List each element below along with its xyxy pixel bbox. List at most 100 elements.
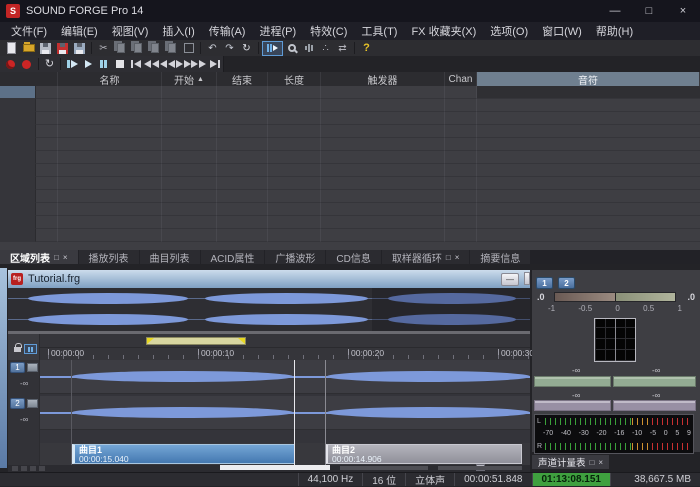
pan-fader-left[interactable] (534, 400, 611, 411)
menu-fx-favorites[interactable]: FX 收藏夹(X) (404, 22, 483, 40)
table-cell[interactable] (58, 125, 162, 138)
play-all-button[interactable] (64, 58, 80, 70)
open-button[interactable] (20, 41, 37, 55)
status-position[interactable]: 00:00:51.848 (454, 473, 531, 486)
save-button[interactable] (37, 41, 54, 55)
menu-tools[interactable]: 工具(T) (354, 22, 404, 40)
table-cell[interactable] (58, 138, 162, 151)
table-cell[interactable] (162, 138, 217, 151)
column-note[interactable]: 音符 (477, 72, 700, 87)
menu-options[interactable]: 选项(O) (483, 22, 535, 40)
document-minimize-button[interactable]: — (501, 273, 519, 286)
table-row[interactable] (0, 112, 700, 125)
table-cell[interactable] (217, 203, 268, 216)
table-cell[interactable] (445, 216, 477, 229)
table-cell[interactable] (268, 99, 321, 112)
scrollbar-segment[interactable] (340, 466, 428, 470)
track-2-waveform-lane[interactable] (40, 396, 530, 430)
table-cell[interactable] (477, 112, 700, 125)
table-cell[interactable] (477, 190, 700, 203)
whats-this-help-button[interactable]: ? (358, 41, 375, 55)
track-2-number-button[interactable]: 2 (10, 398, 25, 409)
table-cell[interactable] (36, 125, 58, 138)
table-cell[interactable] (321, 216, 445, 229)
tab-summary-info[interactable]: 摘要信息 (470, 250, 530, 264)
table-cell[interactable] (0, 216, 36, 229)
dock-close-icon[interactable]: × (598, 458, 603, 467)
table-cell[interactable] (162, 151, 217, 164)
dock-restore-icon[interactable]: □ (54, 253, 59, 262)
table-row[interactable] (0, 216, 700, 229)
table-row[interactable] (0, 229, 700, 242)
table-cell[interactable] (58, 229, 162, 242)
table-cell[interactable] (268, 86, 321, 99)
volume-fader-right[interactable] (613, 376, 696, 387)
table-cell[interactable] (36, 86, 58, 99)
table-cell[interactable] (217, 164, 268, 177)
menu-window[interactable]: 窗口(W) (535, 22, 589, 40)
dock-close-icon[interactable]: × (455, 253, 460, 262)
table-cell[interactable] (445, 229, 477, 242)
table-cell[interactable] (0, 112, 36, 125)
snap-tool-button[interactable]: ∴ (317, 41, 334, 55)
table-cell[interactable] (162, 203, 217, 216)
table-cell[interactable] (58, 164, 162, 177)
table-cell[interactable] (217, 177, 268, 190)
table-cell[interactable] (268, 190, 321, 203)
table-cell[interactable] (445, 86, 477, 99)
table-cell[interactable] (36, 203, 58, 216)
tab-playlist[interactable]: 播放列表 (79, 250, 139, 264)
table-cell[interactable] (477, 177, 700, 190)
dock-restore-icon[interactable]: □ (446, 253, 451, 262)
table-cell[interactable] (477, 229, 700, 242)
table-cell[interactable] (162, 112, 217, 125)
region-track2-bar[interactable]: 曲目2 00:00:14.906 (325, 444, 522, 464)
menu-view[interactable]: 视图(V) (105, 22, 156, 40)
paste-to-new-button[interactable] (163, 41, 180, 55)
pause-button[interactable] (96, 58, 112, 70)
table-cell[interactable] (58, 151, 162, 164)
table-cell[interactable] (268, 177, 321, 190)
table-cell[interactable] (445, 190, 477, 203)
table-cell[interactable] (0, 138, 36, 151)
tab-region-list[interactable]: 区域列表 □ × (0, 250, 78, 264)
table-cell[interactable] (58, 216, 162, 229)
table-cell[interactable] (445, 203, 477, 216)
table-cell[interactable] (58, 112, 162, 125)
table-cell[interactable] (0, 177, 36, 190)
column-start[interactable]: 开始▲ (162, 72, 217, 87)
copy-button[interactable] (112, 41, 129, 55)
table-cell[interactable] (321, 138, 445, 151)
table-row[interactable] (0, 151, 700, 164)
table-cell[interactable] (477, 138, 700, 151)
table-cell[interactable] (477, 125, 700, 138)
table-row[interactable] (0, 138, 700, 151)
table-cell[interactable] (321, 125, 445, 138)
maximize-button[interactable]: □ (632, 0, 666, 22)
table-cell[interactable] (0, 190, 36, 203)
tab-track-list[interactable]: 曲目列表 (140, 250, 200, 264)
zoom-control-button[interactable] (30, 466, 36, 471)
table-cell[interactable] (445, 99, 477, 112)
dock-edge-handle[interactable] (0, 268, 7, 468)
redo-button[interactable]: ↷ (221, 41, 238, 55)
zoom-control-button[interactable] (12, 466, 18, 471)
rewind-fast-button[interactable] (143, 58, 159, 70)
table-cell[interactable] (445, 112, 477, 125)
table-cell[interactable] (268, 216, 321, 229)
table-cell[interactable] (217, 229, 268, 242)
status-channel-mode[interactable]: 立体声 (405, 473, 454, 486)
overview-waveform[interactable] (8, 288, 530, 331)
table-cell[interactable] (321, 99, 445, 112)
magnify-tool-button[interactable] (283, 41, 300, 55)
table-cell[interactable] (217, 151, 268, 164)
table-cell[interactable] (321, 177, 445, 190)
go-to-end-button[interactable] (207, 58, 223, 70)
rewind-button[interactable] (159, 58, 175, 70)
menu-file[interactable]: 文件(F) (4, 22, 54, 40)
close-button[interactable]: × (666, 0, 700, 22)
table-cell[interactable] (162, 229, 217, 242)
table-cell[interactable] (217, 190, 268, 203)
status-selection-length[interactable]: 01:13:08.151 (532, 473, 611, 486)
table-cell[interactable] (321, 203, 445, 216)
